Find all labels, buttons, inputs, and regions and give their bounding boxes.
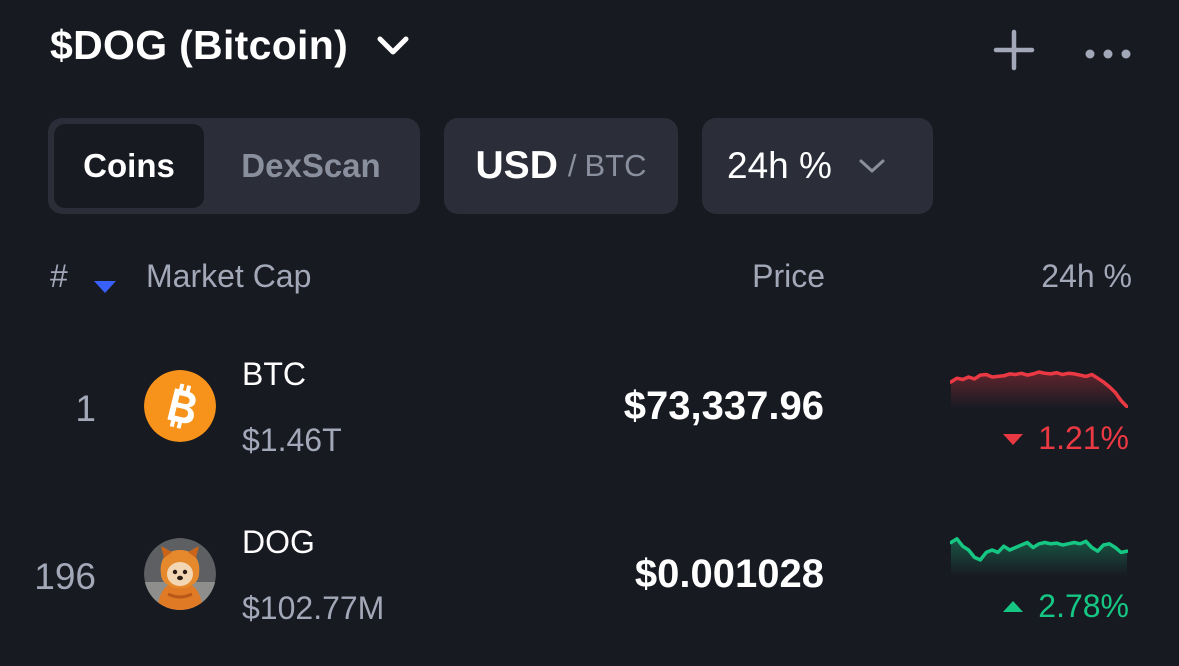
tab-switcher: Coins DexScan	[48, 118, 420, 214]
add-icon[interactable]	[990, 26, 1038, 74]
chevron-down-icon	[376, 29, 410, 63]
table-row[interactable]: 196 DOG $102.77M $0.001028 2.78%	[0, 498, 1179, 663]
sort-descending-icon[interactable]	[92, 266, 118, 293]
coin-price: $73,337.96	[623, 384, 824, 428]
table-header: # Market Cap Price 24h %	[0, 252, 1179, 302]
page-header: $DOG (Bitcoin)	[50, 18, 1140, 78]
coin-market-cap: $1.46T	[242, 422, 342, 458]
price-column-header[interactable]: Price	[752, 258, 825, 295]
currency-primary: USD	[475, 144, 558, 187]
change-percent: 1.21%	[1038, 420, 1129, 456]
period-dropdown[interactable]: 24h %	[702, 118, 933, 214]
chevron-down-icon	[858, 152, 886, 180]
change-percent: 2.78%	[1038, 588, 1129, 624]
price-sparkline	[950, 346, 1128, 408]
currency-secondary: BTC	[584, 148, 647, 183]
tab-coins[interactable]: Coins	[54, 124, 204, 208]
bitcoin-logo-icon	[144, 370, 216, 442]
coin-rank: 1	[75, 388, 96, 429]
more-options-icon[interactable]	[1082, 26, 1134, 74]
down-arrow-icon	[1003, 433, 1024, 445]
change-column-header[interactable]: 24h %	[1041, 258, 1132, 295]
coin-rank: 196	[34, 556, 96, 597]
market-cap-column-header[interactable]: Market Cap	[146, 258, 311, 295]
change-value: 2.78%	[1002, 588, 1129, 625]
tab-dexscan[interactable]: DexScan	[208, 124, 414, 208]
currency-separator: /	[567, 148, 577, 183]
change-value: 1.21%	[1002, 420, 1129, 457]
dog-logo-icon	[144, 538, 216, 610]
period-label: 24h %	[727, 145, 832, 186]
currency-toggle[interactable]: USD / BTC	[444, 118, 678, 214]
table-row[interactable]: 1 BTC $1.46T $73,337.96 1.21%	[0, 330, 1179, 495]
price-sparkline	[950, 514, 1128, 576]
page-title: $DOG (Bitcoin)	[50, 22, 349, 68]
coin-market-cap: $102.77M	[242, 590, 385, 626]
coin-price: $0.001028	[634, 552, 824, 596]
rank-column-header[interactable]: #	[50, 258, 68, 295]
title-dropdown[interactable]: $DOG (Bitcoin)	[50, 22, 410, 69]
up-arrow-icon	[1003, 600, 1024, 612]
coin-symbol: BTC	[242, 356, 306, 392]
coin-symbol: DOG	[242, 524, 315, 560]
